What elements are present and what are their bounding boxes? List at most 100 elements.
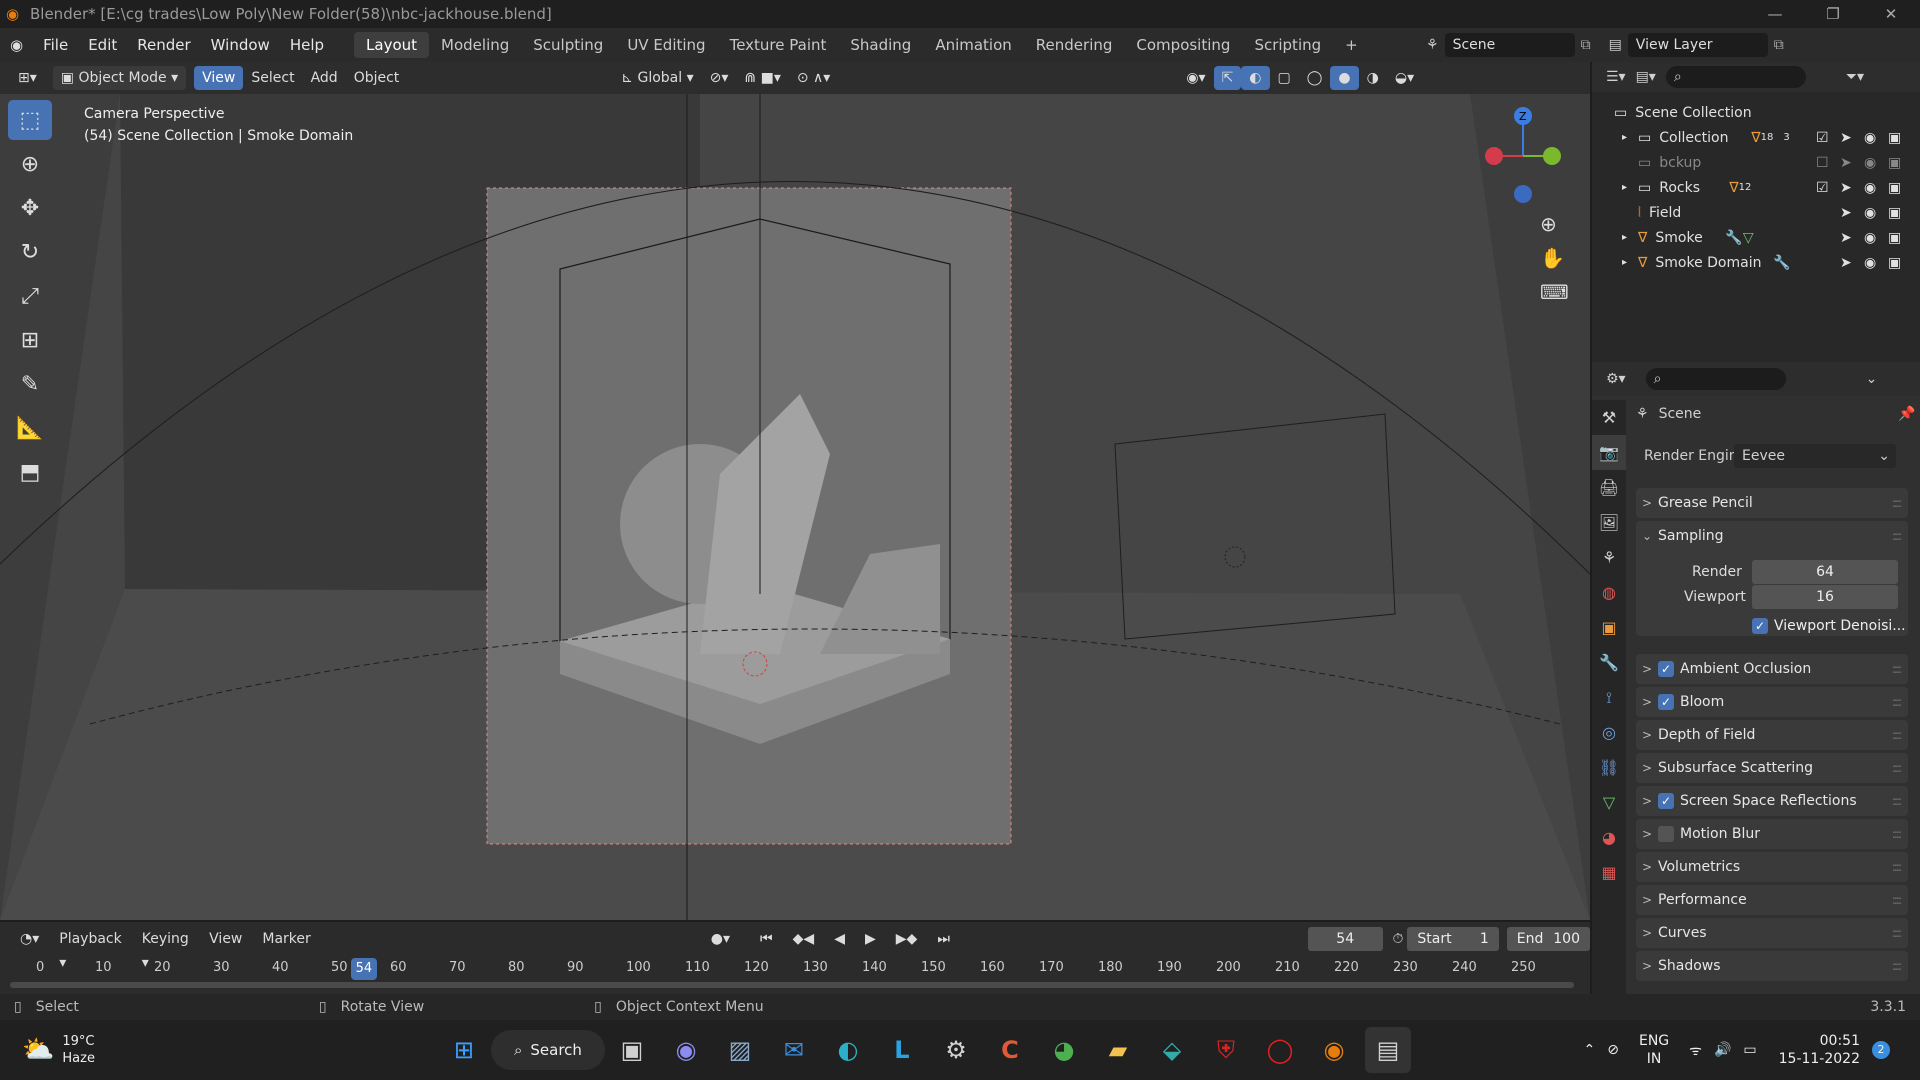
language-label[interactable]: ENG — [1639, 1032, 1669, 1050]
drag-grip-icon[interactable]: :::: — [1892, 761, 1902, 775]
eye-icon[interactable]: ◉ — [1864, 255, 1876, 271]
expand-arrow-icon[interactable]: ▸ — [1622, 182, 1638, 193]
drag-grip-icon[interactable]: :::: — [1892, 860, 1902, 874]
add-menu[interactable]: Add — [303, 66, 346, 90]
material-tab-icon[interactable]: ◕ — [1592, 820, 1626, 855]
render-tab-icon[interactable]: 📷 — [1592, 435, 1626, 470]
selectable-icon[interactable]: ➤ — [1840, 180, 1852, 196]
play-icon[interactable]: ▶ — [857, 927, 884, 951]
tab-shading[interactable]: Shading — [838, 32, 923, 58]
object-tab-icon[interactable]: ▣ — [1592, 610, 1626, 645]
jump-keyframe-back-icon[interactable]: ◆◀ — [785, 927, 823, 951]
sampling-header[interactable]: ⌄ Sampling — [1636, 521, 1724, 551]
taskbar-search[interactable]: ⌕ Search — [490, 1030, 605, 1070]
outliner-item-bckup[interactable]: ▭ bckup ☐ ➤ ◉ ▣ — [1592, 150, 1920, 175]
panel-grease-pencil[interactable]: > Grease Pencil:::: — [1636, 488, 1908, 518]
transform-tool-icon[interactable]: ⊞ — [8, 320, 52, 360]
rendered-shading-icon[interactable]: ◒▾ — [1387, 66, 1422, 90]
battery-icon[interactable]: ▭ — [1743, 1042, 1756, 1058]
restore-button[interactable]: ❐ — [1804, 0, 1862, 28]
rotate-tool-icon[interactable]: ↻ — [8, 232, 52, 272]
eye-icon[interactable]: ◉ — [1864, 205, 1876, 221]
playback-menu[interactable]: Playback ▾ — [51, 927, 129, 971]
outliner-item-collection[interactable]: ▸ ▭ Collection ∇ 18 3 ☑ ➤ ◉ ▣ — [1592, 125, 1920, 150]
volume-icon[interactable]: 🔊 — [1714, 1042, 1731, 1058]
panel-shadows[interactable]: > Shadows:::: — [1636, 951, 1908, 981]
checkbox-unchecked-icon[interactable] — [1658, 826, 1674, 842]
outliner-scene-collection[interactable]: ▭ Scene Collection — [1592, 100, 1920, 125]
xray-toggle-icon[interactable]: ▢ — [1270, 66, 1299, 90]
tab-scripting[interactable]: Scripting — [1242, 32, 1333, 58]
chrome-icon[interactable]: ◕ — [1041, 1027, 1087, 1073]
new-view-layer-icon[interactable]: ⧉ — [1774, 37, 1784, 53]
view-menu[interactable]: View — [194, 66, 244, 90]
tab-rendering[interactable]: Rendering — [1024, 32, 1125, 58]
properties-editor-icon[interactable]: ⚙▾ — [1606, 371, 1626, 387]
marker-menu[interactable]: Marker — [254, 927, 318, 951]
camera-render-icon[interactable]: ▣ — [1888, 155, 1901, 171]
snap-icon[interactable]: ⋒ ■▾ — [736, 66, 788, 90]
data-tab-icon[interactable]: ▽ — [1592, 785, 1626, 820]
panel-performance[interactable]: > Performance:::: — [1636, 885, 1908, 915]
mode-dropdown[interactable]: ▣ Object Mode ▾ — [52, 66, 187, 90]
start-windows-icon[interactable]: ⊞ — [441, 1027, 487, 1073]
selectable-icon[interactable]: ➤ — [1840, 230, 1852, 246]
auto-keying-icon[interactable]: ●▾ — [703, 927, 738, 951]
scale-tool-icon[interactable]: ⤢ — [8, 276, 52, 316]
close-button[interactable]: ✕ — [1862, 0, 1920, 28]
pivot-icon[interactable]: ⊘▾ — [702, 66, 737, 90]
render-engine-dropdown[interactable]: Eevee ⌄ — [1734, 444, 1896, 468]
sketchup-icon[interactable]: ⬙ — [1149, 1027, 1195, 1073]
add-workspace-button[interactable]: + — [1333, 32, 1370, 58]
outliner-item-smoke[interactable]: ▸ ∇ Smoke 🔧 ▽ ➤ ◉ ▣ — [1592, 225, 1920, 250]
keying-menu[interactable]: Keying ▾ — [134, 927, 197, 971]
cursor-tool-icon[interactable]: ⊕ — [8, 144, 52, 184]
drag-grip-icon[interactable]: :::: — [1892, 794, 1902, 808]
region-label[interactable]: IN — [1639, 1050, 1669, 1068]
physics-tab-icon[interactable]: ◎ — [1592, 715, 1626, 750]
selectable-icon[interactable]: ➤ — [1840, 205, 1852, 221]
outliner-item-smoke-domain[interactable]: ▸ ∇ Smoke Domain 🔧 ➤ ◉ ▣ — [1592, 250, 1920, 275]
clock-date[interactable]: 15-11-2022 — [1779, 1050, 1860, 1068]
chevron-up-icon[interactable]: ⌃ — [1584, 1042, 1596, 1058]
outliner-search-input[interactable]: ⌕ — [1665, 66, 1806, 88]
drag-grip-icon[interactable]: :::: — [1892, 529, 1902, 543]
tab-compositing[interactable]: Compositing — [1124, 32, 1242, 58]
blender-menu-icon[interactable]: ◉ — [0, 28, 33, 62]
active-app-icon[interactable]: ▤ — [1364, 1027, 1411, 1073]
viewport-samples-field[interactable]: 16 — [1752, 585, 1898, 609]
transform-orientation-dropdown[interactable]: ⊾ Global ▾ — [613, 66, 701, 90]
tab-texture-paint[interactable]: Texture Paint — [718, 32, 839, 58]
eye-icon[interactable]: ◉ — [1864, 180, 1876, 196]
material-shading-icon[interactable]: ◑ — [1359, 66, 1387, 90]
panel-ambient-occlusion[interactable]: > ✓ Ambient Occlusion:::: — [1636, 654, 1908, 684]
menu-window[interactable]: Window — [201, 28, 280, 62]
jump-start-icon[interactable]: ⏮ — [752, 927, 781, 951]
output-tab-icon[interactable]: 🖨 — [1592, 470, 1626, 505]
zoom-icon[interactable]: ⊕ — [1540, 212, 1569, 236]
selectable-icon[interactable]: ➤ — [1840, 130, 1852, 146]
menu-render[interactable]: Render — [127, 28, 200, 62]
object-menu[interactable]: Object — [346, 66, 408, 90]
timeline-editor-icon[interactable]: ◔▾ — [12, 927, 47, 951]
expand-arrow-icon[interactable]: ▸ — [1622, 257, 1638, 268]
checkbox-checked-icon[interactable]: ✓ — [1658, 793, 1674, 809]
exclude-checkbox[interactable]: ☑ — [1816, 130, 1829, 146]
view-layer-field[interactable]: View Layer — [1627, 33, 1768, 57]
menu-file[interactable]: File — [33, 28, 78, 62]
selectable-icon[interactable]: ➤ — [1840, 155, 1852, 171]
annotate-tool-icon[interactable]: ✎ — [8, 364, 52, 404]
measure-tool-icon[interactable]: 📐 — [8, 408, 52, 448]
options-chevron-icon[interactable]: ⌄ — [1866, 371, 1878, 387]
tool-tab-icon[interactable]: ⚒ — [1592, 400, 1626, 435]
mcafee-icon[interactable]: ⛨ — [1203, 1027, 1249, 1073]
camera-render-icon[interactable]: ▣ — [1888, 255, 1901, 271]
tab-sculpting[interactable]: Sculpting — [521, 32, 615, 58]
expand-arrow-icon[interactable]: ▸ — [1622, 232, 1638, 243]
mail-icon[interactable]: ✉ — [771, 1027, 817, 1073]
c-app-icon[interactable]: C — [987, 1027, 1033, 1073]
scene-name-field[interactable]: Scene — [1444, 33, 1575, 57]
viewport-denoise-checkbox[interactable]: ✓ Viewport Denoisi... — [1752, 618, 1906, 634]
outliner-editor-icon[interactable]: ☰▾ — [1606, 69, 1626, 85]
panel-motion-blur[interactable]: > Motion Blur:::: — [1636, 819, 1908, 849]
